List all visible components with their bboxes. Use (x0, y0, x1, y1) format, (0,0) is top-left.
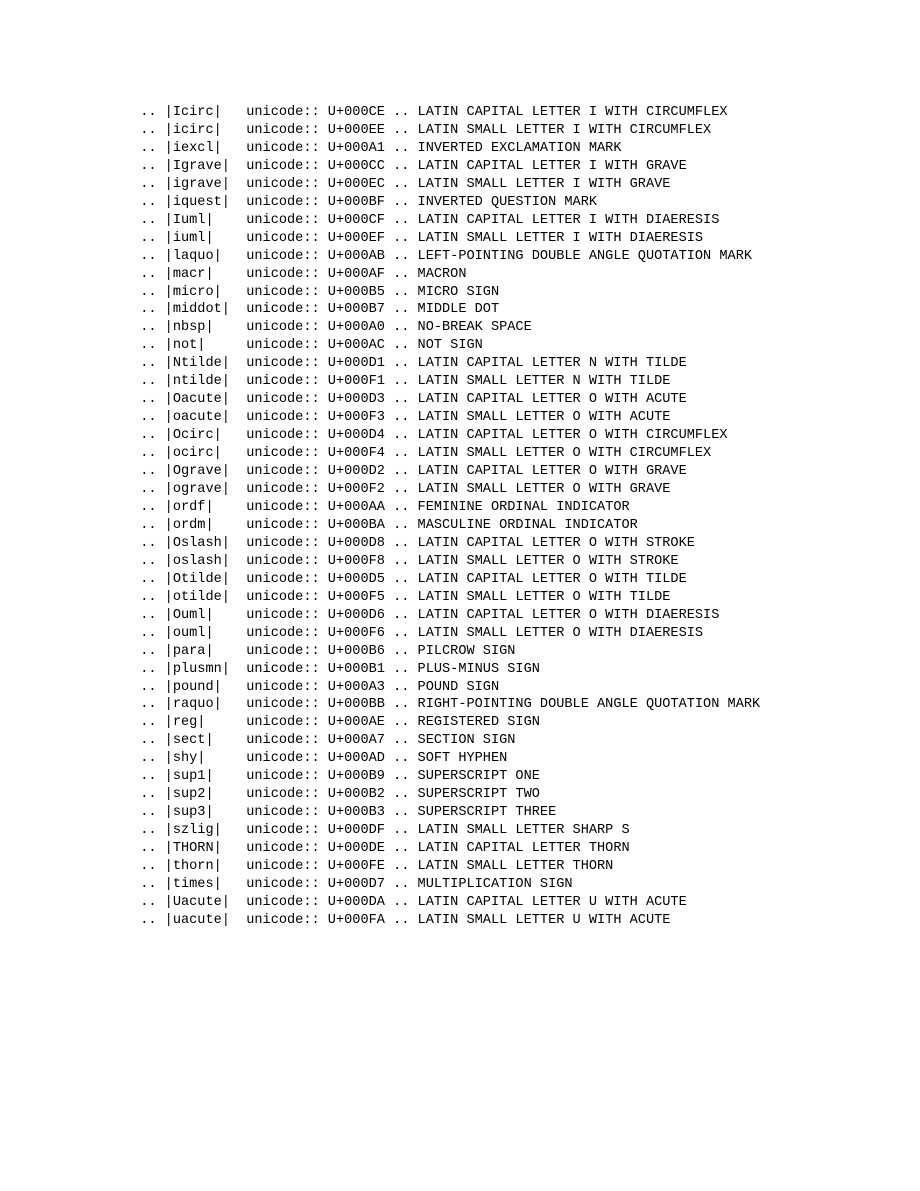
substitution-entry: .. |Oacute| unicode:: U+000D3 .. LATIN C… (140, 392, 687, 408)
substitution-entry: .. |not| unicode:: U+000AC .. NOT SIGN (140, 338, 483, 354)
substitution-entry: .. |Ouml| unicode:: U+000D6 .. LATIN CAP… (140, 607, 720, 623)
substitution-entry: .. |iquest| unicode:: U+000BF .. INVERTE… (140, 194, 598, 210)
substitution-entry: .. |szlig| unicode:: U+000DF .. LATIN SM… (140, 823, 630, 839)
substitution-entry: .. |Ntilde| unicode:: U+000D1 .. LATIN C… (140, 356, 687, 372)
substitution-entry: .. |thorn| unicode:: U+000FE .. LATIN SM… (140, 859, 614, 875)
substitution-entry: .. |ordf| unicode:: U+000AA .. FEMININE … (140, 499, 630, 515)
substitution-entry: .. |Iuml| unicode:: U+000CF .. LATIN CAP… (140, 212, 720, 228)
substitution-entry: .. |micro| unicode:: U+000B5 .. MICRO SI… (140, 284, 500, 300)
substitution-entry: .. |ntilde| unicode:: U+000F1 .. LATIN S… (140, 374, 671, 390)
substitution-entry: .. |Igrave| unicode:: U+000CC .. LATIN C… (140, 158, 687, 174)
substitution-entry: .. |Icirc| unicode:: U+000CE .. LATIN CA… (140, 105, 728, 120)
substitution-entry: .. |ograve| unicode:: U+000F2 .. LATIN S… (140, 482, 671, 498)
substitution-entry: .. |Uacute| unicode:: U+000DA .. LATIN C… (140, 894, 687, 910)
substitution-entry: .. |times| unicode:: U+000D7 .. MULTIPLI… (140, 876, 573, 892)
substitution-entry: .. |ocirc| unicode:: U+000F4 .. LATIN SM… (140, 446, 712, 462)
substitution-entry: .. |otilde| unicode:: U+000F5 .. LATIN S… (140, 589, 671, 605)
substitution-entry: .. |Otilde| unicode:: U+000D5 .. LATIN C… (140, 571, 687, 587)
substitution-entry: .. |Ocirc| unicode:: U+000D4 .. LATIN CA… (140, 428, 728, 444)
substitution-entry: .. |macr| unicode:: U+000AF .. MACRON (140, 266, 467, 282)
substitution-definition-list: .. |Icirc| unicode:: U+000CE .. LATIN CA… (133, 104, 833, 930)
substitution-entry: .. |THORN| unicode:: U+000DE .. LATIN CA… (140, 841, 630, 857)
substitution-entry: .. |raquo| unicode:: U+000BB .. RIGHT-PO… (140, 697, 761, 713)
substitution-entry: .. |icirc| unicode:: U+000EE .. LATIN SM… (140, 122, 712, 138)
substitution-entry: .. |laquo| unicode:: U+000AB .. LEFT-POI… (140, 248, 753, 264)
substitution-entry: .. |nbsp| unicode:: U+000A0 .. NO-BREAK … (140, 320, 532, 336)
substitution-entry: .. |iuml| unicode:: U+000EF .. LATIN SMA… (140, 230, 704, 246)
substitution-entry: .. |shy| unicode:: U+000AD .. SOFT HYPHE… (140, 751, 508, 767)
substitution-entry: .. |plusmn| unicode:: U+000B1 .. PLUS-MI… (140, 661, 540, 677)
substitution-entry: .. |para| unicode:: U+000B6 .. PILCROW S… (140, 643, 516, 659)
substitution-entry: .. |ouml| unicode:: U+000F6 .. LATIN SMA… (140, 625, 704, 641)
substitution-entry: .. |middot| unicode:: U+000B7 .. MIDDLE … (140, 302, 500, 318)
substitution-entry: .. |sect| unicode:: U+000A7 .. SECTION S… (140, 733, 516, 749)
substitution-entry: .. |igrave| unicode:: U+000EC .. LATIN S… (140, 176, 671, 192)
substitution-entry: .. |iexcl| unicode:: U+000A1 .. INVERTED… (140, 140, 622, 156)
substitution-entry: .. |reg| unicode:: U+000AE .. REGISTERED… (140, 715, 540, 731)
substitution-entry: .. |ordm| unicode:: U+000BA .. MASCULINE… (140, 517, 638, 533)
substitution-entry: .. |oslash| unicode:: U+000F8 .. LATIN S… (140, 553, 679, 569)
substitution-entry: .. |sup1| unicode:: U+000B9 .. SUPERSCRI… (140, 769, 540, 785)
substitution-entry: .. |Oslash| unicode:: U+000D8 .. LATIN C… (140, 535, 695, 551)
substitution-entry: .. |oacute| unicode:: U+000F3 .. LATIN S… (140, 410, 671, 426)
substitution-entry: .. |uacute| unicode:: U+000FA .. LATIN S… (140, 912, 671, 928)
substitution-entry: .. |Ograve| unicode:: U+000D2 .. LATIN C… (140, 464, 687, 480)
substitution-entry: .. |sup3| unicode:: U+000B3 .. SUPERSCRI… (140, 805, 557, 821)
substitution-entry: .. |sup2| unicode:: U+000B2 .. SUPERSCRI… (140, 787, 540, 803)
substitution-entry: .. |pound| unicode:: U+000A3 .. POUND SI… (140, 679, 500, 695)
